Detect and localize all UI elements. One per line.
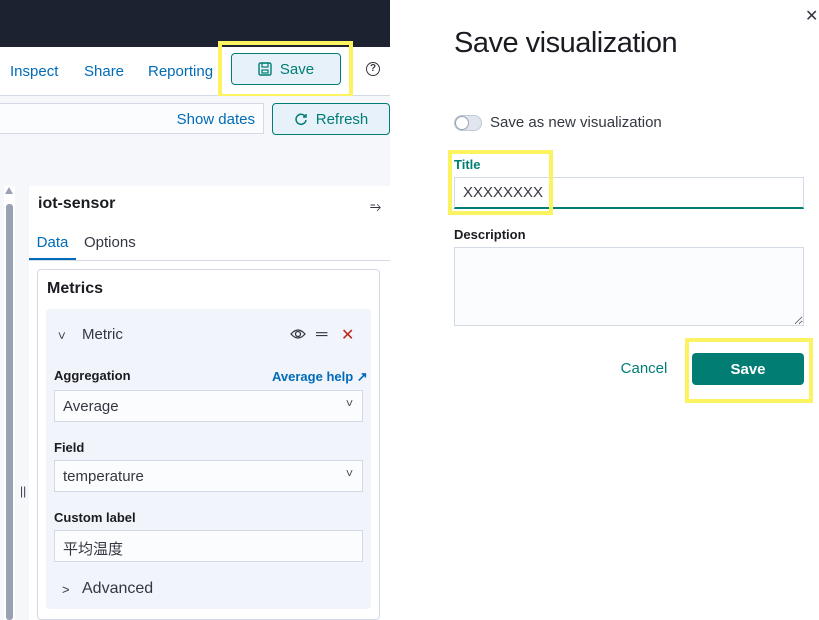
index-pattern-title: iot-sensor: [38, 195, 116, 212]
advanced-toggle[interactable]: Advanced: [82, 580, 153, 598]
tab-data[interactable]: Data: [29, 228, 76, 260]
modal-title: Save visualization: [454, 27, 678, 59]
aggregation-value: Average: [63, 398, 119, 415]
refresh-button[interactable]: Refresh: [272, 103, 390, 135]
save-icon: [258, 62, 272, 76]
save-as-new-label[interactable]: Save as new visualization: [490, 114, 662, 131]
refresh-icon: [295, 113, 307, 126]
field-label: Field: [54, 440, 85, 455]
average-help-label: Average help: [272, 369, 354, 384]
custom-label-value: 平均温度: [63, 541, 124, 558]
resize-handle-icon[interactable]: ||: [20, 484, 26, 498]
close-icon[interactable]: ✕: [805, 6, 818, 26]
confirm-save-button[interactable]: Save: [692, 353, 804, 385]
remove-icon[interactable]: ✕: [341, 325, 354, 345]
toolbar-save-button[interactable]: Save: [231, 53, 341, 85]
metrics-title: Metrics: [47, 280, 104, 297]
chevron-down-icon: >: [342, 399, 357, 407]
toggle-knob: [455, 116, 469, 130]
date-picker: Show dates: [0, 103, 264, 134]
refresh-label: Refresh: [315, 110, 369, 128]
eye-icon[interactable]: [290, 327, 306, 341]
inspect-link[interactable]: Inspect: [10, 63, 58, 80]
collapse-sidebar-icon[interactable]: ⥱: [370, 198, 381, 215]
scroll-up-icon[interactable]: [5, 187, 13, 194]
average-help-link[interactable]: Average help ↗: [272, 369, 368, 385]
chevron-right-icon[interactable]: >: [62, 582, 70, 597]
visualize-toolbar: Inspect Share Reporting Save ?: [0, 47, 390, 96]
title-input[interactable]: [454, 177, 804, 209]
drag-handle-icon[interactable]: ═: [316, 326, 327, 344]
share-link[interactable]: Share: [84, 63, 124, 80]
cancel-button[interactable]: Cancel: [612, 360, 676, 377]
tabs-divider: [29, 260, 390, 261]
metric-accordion-label[interactable]: Metric: [82, 326, 123, 343]
chevron-down-icon: >: [342, 469, 357, 477]
aggregation-select[interactable]: Average >: [54, 390, 363, 422]
custom-label-label: Custom label: [54, 510, 136, 525]
description-input[interactable]: [454, 247, 804, 326]
field-select[interactable]: temperature >: [54, 460, 363, 492]
app-top-bar: [0, 0, 390, 47]
field-value: temperature: [63, 468, 144, 485]
metric-card: [46, 309, 371, 609]
custom-label-input[interactable]: 平均温度: [54, 530, 363, 562]
aggregation-label: Aggregation: [54, 368, 131, 383]
show-dates-link[interactable]: Show dates: [177, 111, 255, 128]
title-field-label: Title: [454, 157, 481, 172]
help-icon[interactable]: ?: [366, 62, 380, 76]
chevron-down-icon[interactable]: >: [54, 332, 69, 340]
tab-options[interactable]: Options: [84, 234, 136, 251]
external-link-icon: ↗: [356, 369, 368, 384]
scrollbar-thumb[interactable]: [6, 204, 13, 620]
reporting-link[interactable]: Reporting: [148, 63, 213, 80]
description-label: Description: [454, 227, 526, 242]
toolbar-save-label: Save: [279, 60, 315, 78]
